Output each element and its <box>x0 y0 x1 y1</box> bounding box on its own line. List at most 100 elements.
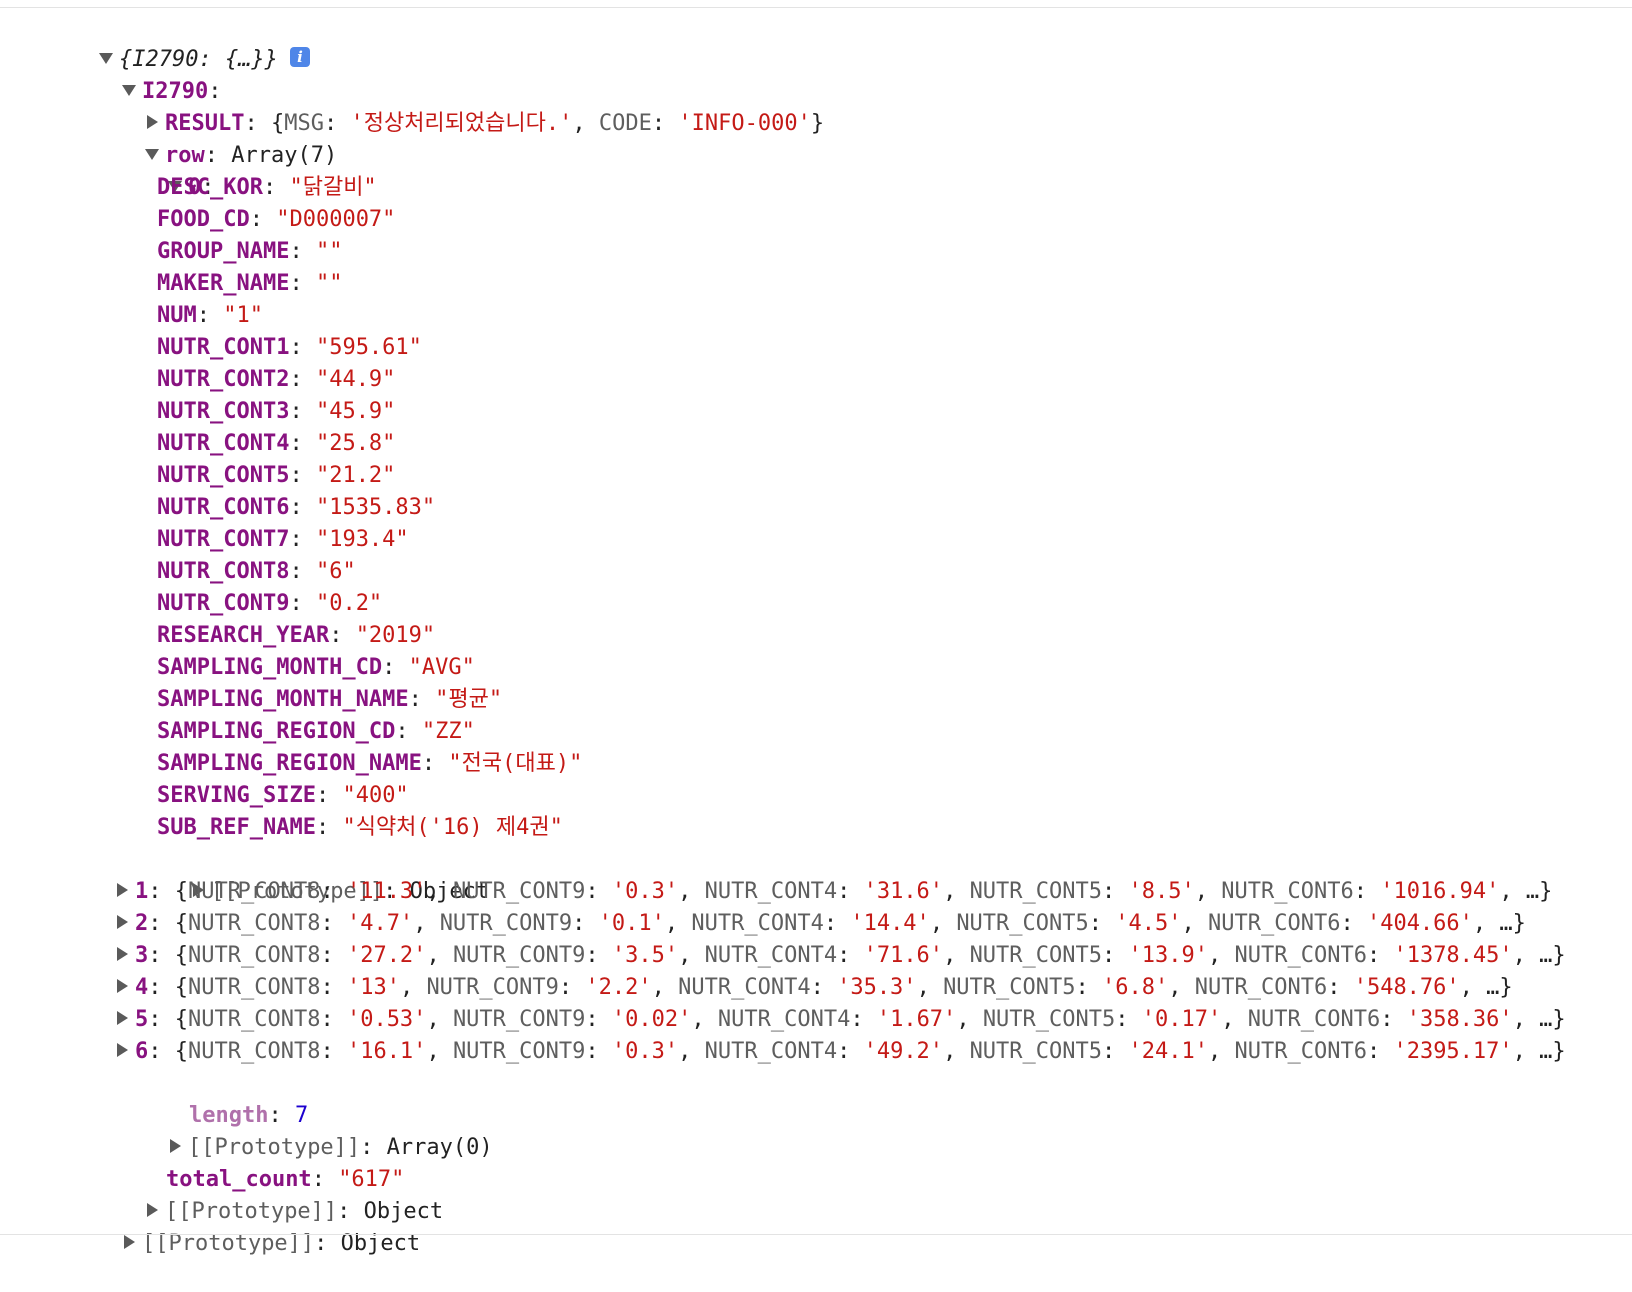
preview-value: '49.2' <box>863 1039 944 1064</box>
preview-key: NUTR_CONT6 <box>1208 911 1341 936</box>
item-index: 6 <box>135 1039 149 1064</box>
preview-key: NUTR_CONT6 <box>1234 1039 1367 1064</box>
field-key: MAKER_NAME <box>157 271 290 296</box>
preview-key: NUTR_CONT8 <box>188 879 321 904</box>
field-value: "193.4" <box>315 527 409 552</box>
row-prototype-row[interactable]: [[Prototype]]: Array(0) <box>0 1100 1632 1160</box>
preview-key: NUTR_CONT9 <box>452 879 586 904</box>
row-item-collapsed[interactable]: 3: {NUTR_CONT8: '27.2', NUTR_CONT9: '3.5… <box>0 940 1632 972</box>
row-item-collapsed[interactable]: 1: {NUTR_CONT8: '11.3', NUTR_CONT9: '0.3… <box>0 876 1632 908</box>
preview-key: NUTR_CONT4 <box>678 975 811 1000</box>
field-key: NUTR_CONT7 <box>157 527 290 552</box>
row-array-row[interactable]: row: Array(7) <box>0 108 1632 168</box>
i2790-row[interactable]: I2790: <box>0 44 1632 104</box>
ellipsis: … <box>1486 975 1500 1000</box>
preview-value: '8.5' <box>1128 879 1195 904</box>
field-key: SUB_REF_NAME <box>157 815 316 840</box>
field-value: "AVG" <box>408 655 475 680</box>
expand-right-icon[interactable] <box>123 1235 135 1249</box>
preview-value: '404.66' <box>1366 911 1473 936</box>
field-key: FOOD_CD <box>157 207 250 232</box>
result-row[interactable]: RESULT: {MSG: '정상처리되었습니다.', CODE: 'INFO-… <box>0 76 1632 136</box>
item-index: 3 <box>135 943 149 968</box>
field-key: NUTR_CONT9 <box>157 591 290 616</box>
field-key: RESEARCH_YEAR <box>157 623 330 648</box>
field-value: "ZZ" <box>421 719 475 744</box>
row-item-collapsed[interactable]: 4: {NUTR_CONT8: '13', NUTR_CONT9: '2.2',… <box>0 972 1632 1004</box>
preview-value: '1.67' <box>876 1007 957 1032</box>
field-row: MAKER_NAME: "" <box>157 271 343 296</box>
ellipsis: … <box>1525 879 1540 904</box>
preview-key: NUTR_CONT6 <box>1221 879 1354 904</box>
field-row: NUTR_CONT1: "595.61" <box>157 335 422 360</box>
preview-value: '358.36' <box>1406 1007 1513 1032</box>
field-value: "1535.83" <box>315 495 436 520</box>
console-top-divider <box>0 7 1632 8</box>
preview-value: '0.53' <box>346 1007 427 1032</box>
field-row: GROUP_NAME: "" <box>157 239 343 264</box>
item0-prototype-row[interactable]: [[Prototype]]: Object <box>0 844 1632 904</box>
field-key: NUTR_CONT5 <box>157 463 290 488</box>
field-value: "" <box>315 271 343 296</box>
item-index: 1 <box>135 879 149 904</box>
row-collapsed-items: 1: {NUTR_CONT8: '11.3', NUTR_CONT9: '0.3… <box>0 876 1632 1068</box>
preview-key: NUTR_CONT8 <box>188 975 321 1000</box>
field-row: DESC_KOR: "닭갈비" <box>157 175 377 200</box>
preview-value: '35.3' <box>837 975 917 1000</box>
preview-value: '548.76' <box>1353 975 1460 1000</box>
field-value: "전국(대표)" <box>448 751 583 776</box>
preview-value: '4.7' <box>346 911 414 936</box>
field-key: SAMPLING_MONTH_NAME <box>157 687 409 712</box>
preview-key: NUTR_CONT6 <box>1234 943 1367 968</box>
field-value: "6" <box>315 559 356 584</box>
field-row: NUTR_CONT7: "193.4" <box>157 527 409 552</box>
field-value: "595.61" <box>315 335 422 360</box>
preview-key: NUTR_CONT4 <box>717 1007 851 1032</box>
i2790-prototype-row[interactable]: [[Prototype]]: Object <box>0 1164 1632 1224</box>
preview-key: NUTR_CONT5 <box>969 1039 1103 1064</box>
preview-key: NUTR_CONT5 <box>943 975 1076 1000</box>
ellipsis: … <box>1539 943 1553 968</box>
field-row: NUTR_CONT5: "21.2" <box>157 463 396 488</box>
row-item-collapsed[interactable]: 6: {NUTR_CONT8: '16.1', NUTR_CONT9: '0.3… <box>0 1036 1632 1068</box>
preview-value: '0.02' <box>611 1007 692 1032</box>
field-key: GROUP_NAME <box>157 239 290 264</box>
preview-key: NUTR_CONT4 <box>704 943 838 968</box>
field-value: "1" <box>223 303 263 328</box>
preview-key: NUTR_CONT9 <box>426 975 559 1000</box>
expand-right-icon[interactable] <box>117 1043 128 1057</box>
preview-key: NUTR_CONT4 <box>691 911 824 936</box>
preview-value: '71.6' <box>863 943 944 968</box>
field-key: SAMPLING_REGION_CD <box>157 719 396 744</box>
field-row: NUTR_CONT9: "0.2" <box>157 591 383 616</box>
preview-value: '4.5' <box>1115 911 1182 936</box>
expand-right-icon[interactable] <box>117 915 128 929</box>
preview-key: NUTR_CONT4 <box>704 1039 838 1064</box>
field-key: NUTR_CONT2 <box>157 367 290 392</box>
field-row: SAMPLING_MONTH_NAME: "평균" <box>157 687 503 712</box>
expand-right-icon[interactable] <box>117 947 128 961</box>
field-value: "" <box>315 239 343 264</box>
field-value: "44.9" <box>315 367 396 392</box>
preview-value: '11.3' <box>346 879 427 904</box>
row-item-collapsed[interactable]: 5: {NUTR_CONT8: '0.53', NUTR_CONT9: '0.0… <box>0 1004 1632 1036</box>
preview-key: NUTR_CONT6 <box>1194 975 1328 1000</box>
preview-value: '2395.17' <box>1393 1039 1513 1064</box>
ellipsis: … <box>1499 911 1513 936</box>
preview-key: NUTR_CONT8 <box>188 911 321 936</box>
row-item-0-header[interactable]: 0: <box>0 140 1632 200</box>
field-value: "평균" <box>435 687 503 712</box>
field-value: "2019" <box>355 623 436 648</box>
field-value: "D000007" <box>276 207 396 232</box>
root-prototype-row[interactable]: [[Prototype]]: Object <box>0 1196 1632 1256</box>
expand-right-icon[interactable] <box>117 883 128 897</box>
expand-right-icon[interactable] <box>117 979 128 993</box>
expand-right-icon[interactable] <box>117 1011 128 1025</box>
row-item-collapsed[interactable]: 2: {NUTR_CONT8: '4.7', NUTR_CONT9: '0.1'… <box>0 908 1632 940</box>
preview-value: '0.3' <box>611 1039 679 1064</box>
root-object-row[interactable]: {I2790: {…}} i <box>0 12 1632 72</box>
preview-value: '6.8' <box>1102 975 1169 1000</box>
field-key: DESC_KOR <box>157 175 263 200</box>
field-row: RESEARCH_YEAR: "2019" <box>157 623 436 648</box>
field-row: SAMPLING_REGION_CD: "ZZ" <box>157 719 475 744</box>
